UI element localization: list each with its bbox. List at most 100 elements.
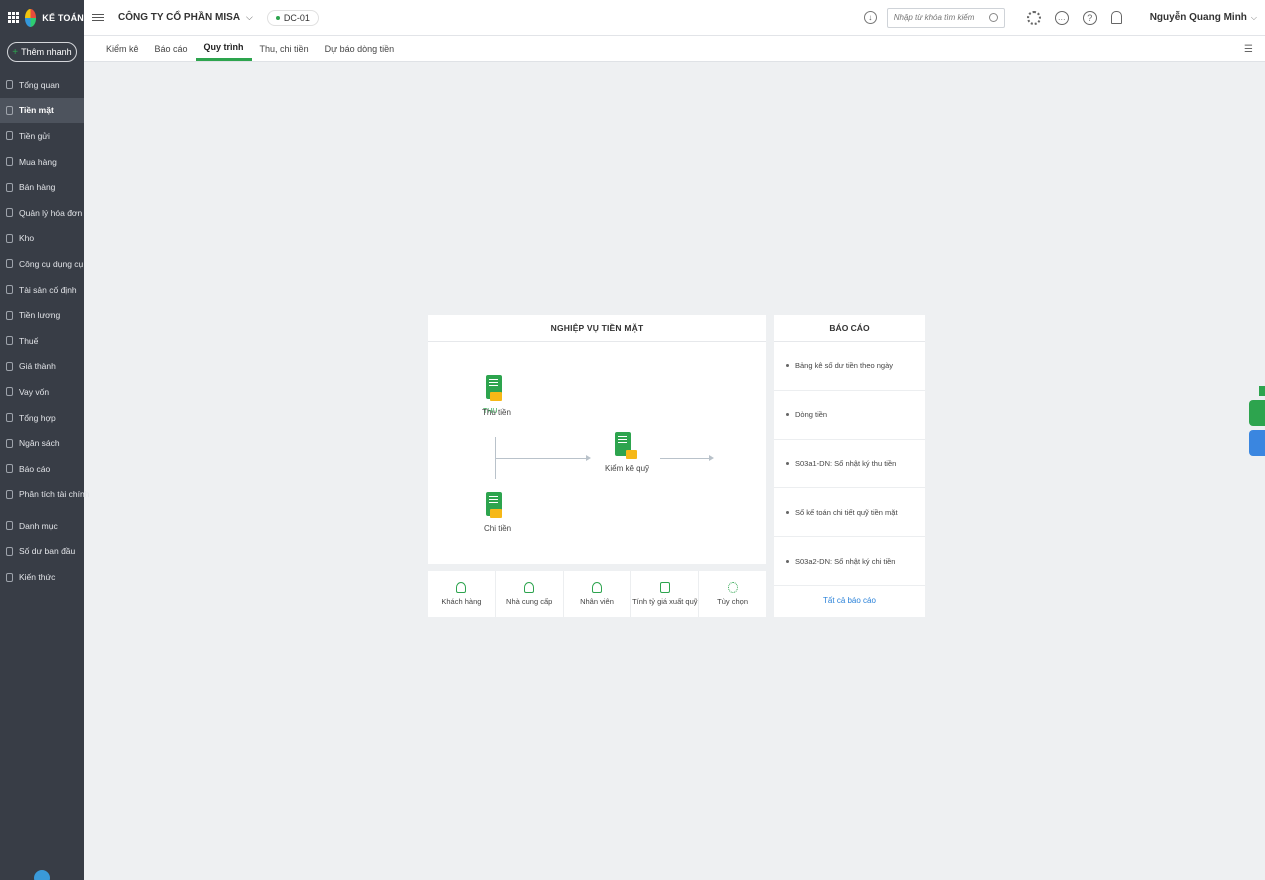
connector-to-audit — [495, 458, 587, 459]
connector-from-audit — [660, 458, 710, 459]
sidebar-item-label: Số dư ban đầu — [19, 546, 76, 557]
collapse-tab-icon[interactable] — [1259, 386, 1265, 396]
process-title: NGHIỆP VỤ TIỀN MẶT — [428, 315, 766, 342]
sidebar-item-ngan-sach[interactable]: Ngân sách — [0, 430, 84, 456]
sidebar-item-mua-hang[interactable]: Mua hàng — [0, 149, 84, 175]
report-title: BÁO CÁO — [774, 315, 925, 342]
menu-item-icon — [6, 131, 13, 141]
tab-thu-chi-tien[interactable]: Thu, chi tiền — [252, 36, 317, 61]
pay-doc-icon[interactable] — [486, 492, 502, 518]
sidebar-item-label: Tài sản cố định — [19, 284, 77, 295]
tool-label: Tùy chọn — [717, 597, 749, 606]
sidebar: + Thêm nhanh Tổng quan Tiền mặt Tiền gửi Mu… — [0, 36, 89, 880]
menu-item-icon — [6, 546, 13, 556]
report-item[interactable]: Bảng kê số dư tiền theo ngày — [774, 342, 925, 391]
support-bubble-icon[interactable] — [34, 870, 50, 880]
branch-badge[interactable]: DC-01 — [266, 9, 319, 26]
tool-nhan-vien[interactable]: Nhân viên — [564, 571, 632, 617]
sidebar-item-thue[interactable]: Thuế — [0, 328, 84, 354]
menu-item-icon — [6, 521, 13, 531]
sidebar-item-kho[interactable]: Kho — [0, 226, 84, 252]
brand-area[interactable]: KẾ TOÁN — [0, 0, 84, 36]
menu-item-icon — [6, 310, 13, 320]
sidebar-item-so-du-ban-dau[interactable]: Số dư ban đầu — [0, 539, 84, 565]
download-icon[interactable]: ↓ — [863, 11, 877, 24]
settings-gear-icon[interactable] — [1026, 10, 1041, 25]
app-grid-icon[interactable] — [8, 12, 19, 23]
brand-name: KẾ TOÁN — [42, 12, 84, 23]
chat-support-icon[interactable] — [1249, 430, 1265, 456]
receive-label[interactable]: Thu tiền — [482, 408, 511, 417]
sidebar-item-tong-quan[interactable]: Tổng quan — [0, 72, 84, 98]
report-item[interactable]: S03a1-DN: Sổ nhật ký thu tiền — [774, 440, 925, 489]
tool-label: Tính tỷ giá xuất quỹ — [632, 597, 698, 606]
quick-add-button[interactable]: + Thêm nhanh — [7, 42, 77, 62]
menu-item-icon — [6, 438, 13, 448]
audit-label[interactable]: Kiểm kê quỹ — [605, 464, 649, 473]
menu-item-icon — [6, 336, 13, 346]
tool-khach-hang[interactable]: Khách hàng — [428, 571, 496, 617]
search-input[interactable] — [893, 13, 984, 22]
report-list: Bảng kê số dư tiền theo ngày Dòng tiền S03… — [774, 342, 925, 586]
chat-icon[interactable]: … — [1054, 10, 1069, 25]
menu-item-icon — [6, 489, 13, 499]
help-icon[interactable]: ? — [1082, 10, 1097, 25]
tool-tinh-ty-gia-xuat-quy[interactable]: Tính tỷ giá xuất quỹ — [631, 571, 700, 617]
tab-quy-trinh[interactable]: Quy trình — [195, 36, 252, 61]
pay-label[interactable]: Chi tiền — [484, 524, 511, 533]
tab-du-bao-dong-tien[interactable]: Dự báo dòng tiền — [317, 36, 403, 61]
search-box[interactable] — [886, 7, 1005, 28]
tool-tuy-chon[interactable]: Tùy chọn — [699, 571, 766, 617]
sidebar-item-ban-hang[interactable]: Bán hàng — [0, 174, 84, 200]
sidebar-item-danh-muc[interactable]: Danh mục — [0, 513, 84, 539]
sidebar-item-vay-von[interactable]: Vay vốn — [0, 379, 84, 405]
notification-bell-icon[interactable] — [1110, 11, 1122, 24]
report-item[interactable]: Dòng tiền — [774, 391, 925, 440]
sidebar-item-label: Bán hàng — [19, 182, 56, 193]
sidebar-item-kien-thuc[interactable]: Kiến thức — [0, 564, 84, 590]
tool-label: Khách hàng — [441, 597, 482, 606]
filter-settings-icon[interactable]: ☰ — [1244, 44, 1253, 55]
menu-item-icon — [6, 361, 13, 371]
report-item[interactable]: S03a2-DN: Sổ nhật ký chi tiền — [774, 537, 925, 586]
sidebar-item-tien-gui[interactable]: Tiền gửi — [0, 123, 84, 149]
sidebar-item-tien-luong[interactable]: Tiền lương — [0, 302, 84, 328]
user-menu[interactable]: Nguyễn Quang Minh ⌵ — [1150, 12, 1257, 23]
sidebar-item-phan-tich-tai-chinh[interactable]: Phân tích tài chính — [0, 482, 89, 508]
sidebar-item-label: Tổng hợp — [19, 412, 56, 423]
report-item[interactable]: Sổ kế toán chi tiết quỹ tiền mặt — [774, 488, 925, 538]
menu-toggle-icon[interactable] — [92, 14, 104, 21]
tool-nha-cung-cap[interactable]: Nhà cung cấp — [496, 571, 564, 617]
sidebar-item-label: Báo cáo — [19, 463, 51, 474]
all-reports-link[interactable]: Tất cả báo cáo — [774, 586, 925, 616]
sidebar-item-quan-ly-hoa-don[interactable]: Quản lý hóa đơn — [0, 200, 84, 226]
bullet-icon — [786, 510, 789, 514]
sidebar-item-label: Danh mục — [19, 520, 58, 531]
receive-doc-icon[interactable] — [486, 375, 502, 401]
plus-icon: + — [12, 46, 19, 58]
chevron-down-icon: ⌵ — [246, 12, 253, 22]
bullet-icon — [786, 461, 789, 465]
sidebar-item-tien-mat[interactable]: Tiền mặt — [0, 97, 84, 124]
search-icon[interactable] — [988, 13, 998, 22]
sidebar-item-tai-san-co-dinh[interactable]: Tài sản cố định — [0, 277, 84, 303]
tab-bao-cao[interactable]: Báo cáo — [147, 36, 196, 61]
menu-item-icon — [6, 208, 13, 218]
sidebar-item-bao-cao[interactable]: Báo cáo — [0, 456, 84, 482]
company-selector[interactable]: CÔNG TY CỔ PHẦN MISA ⌵ — [118, 12, 253, 23]
tool-label: Nhân viên — [580, 597, 614, 606]
audit-doc-icon[interactable] — [615, 432, 637, 459]
sidebar-item-label: Tiền gửi — [19, 130, 50, 141]
sidebar-item-label: Công cụ dụng cụ — [19, 258, 84, 269]
sidebar-item-label: Tiền mặt — [19, 105, 54, 116]
audit-tag-icon — [626, 450, 637, 459]
menu-item-icon — [6, 464, 13, 474]
sidebar-item-gia-thanh[interactable]: Giá thành — [0, 354, 84, 380]
sidebar-item-cong-cu-dung-cu[interactable]: Công cụ dụng cụ — [0, 251, 84, 277]
tab-kiem-ke[interactable]: Kiểm kê — [98, 36, 147, 61]
sidebar-item-tong-hop[interactable]: Tổng hợp — [0, 405, 84, 431]
process-tools: Khách hàng Nhà cung cấp Nhân viên Tính tỷ g… — [428, 571, 766, 617]
report-item-label: S03a1-DN: Sổ nhật ký thu tiền — [795, 458, 897, 468]
tool-label: Nhà cung cấp — [506, 597, 553, 606]
announcement-icon[interactable] — [1249, 400, 1265, 426]
